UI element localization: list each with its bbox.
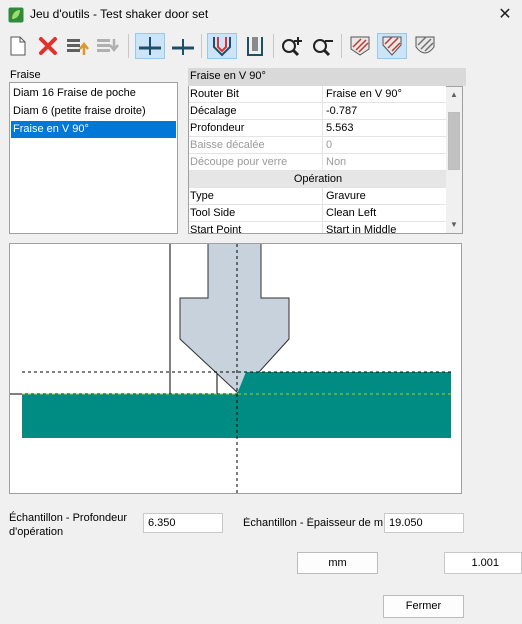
property-row-disabled: Découpe pour verre Non [189,154,446,171]
column-divider [322,137,323,154]
property-value[interactable]: Start in Middle [326,224,396,233]
property-row[interactable]: Router Bit Fraise en V 90° [189,86,446,103]
property-key: Router Bit [190,88,239,100]
property-key: Profondeur [190,122,245,134]
zoom-in-icon[interactable] [278,33,306,59]
toolbar-separator [128,34,129,58]
property-key: Tool Side [190,207,236,219]
thickness-label: Échantillon - Épaisseur de m [243,517,383,529]
scroll-down-arrow-icon[interactable]: ▼ [447,218,461,232]
toolbar-separator [341,34,342,58]
category-label: Opération [293,173,343,185]
property-key: Baisse décalée [190,139,265,151]
thickness-field[interactable]: 19.050 [384,513,464,533]
scale-field[interactable]: 1.001 [444,552,522,574]
tool-preview-canvas [9,243,462,494]
toolbar-separator [273,34,274,58]
property-row[interactable]: Type Gravure [189,188,446,205]
property-row[interactable]: Décalage -0.787 [189,103,446,120]
properties-grid: Router Bit Fraise en V 90° Décalage -0.787… [188,86,446,234]
straight-bit-icon[interactable] [241,33,269,59]
hatch-bit-ball-icon[interactable] [411,33,439,59]
cut-profile-tee-icon[interactable] [135,33,165,59]
property-row[interactable]: Tool Side Clean Left [189,205,446,222]
column-divider [322,188,323,205]
column-divider [322,120,323,137]
depth-label: Échantillon - Profondeur d'opération [9,512,128,538]
property-row[interactable]: Start Point Start in Middle [189,222,446,234]
property-value[interactable]: 5.563 [326,122,354,134]
toolbar-separator [201,34,202,58]
property-key: Découpe pour verre [190,156,288,168]
column-divider [322,86,323,103]
app-leaf-icon [8,7,24,23]
property-value[interactable]: -0.787 [326,105,357,117]
zoom-out-icon[interactable] [309,33,337,59]
new-document-icon[interactable] [6,33,30,59]
tool-list-label: Fraise [10,69,41,81]
hatch-bit-v-icon[interactable] [377,33,407,59]
scroll-up-arrow-icon[interactable]: ▲ [447,88,461,102]
tool-preview-drawing [10,244,451,493]
property-value: Non [326,156,347,168]
window-title: Jeu d'outils - Test shaker door set [30,7,209,21]
list-item[interactable]: Diam 16 Fraise de poche [11,85,176,102]
move-down-icon[interactable] [96,33,120,59]
hatch-bit-flat-icon[interactable] [346,33,374,59]
list-item[interactable]: Diam 6 (petite fraise droite) [11,103,176,120]
property-row-disabled: Baisse décalée 0 [189,137,446,154]
cut-profile-cross-icon[interactable] [169,33,197,59]
delete-icon[interactable] [36,33,60,59]
move-up-icon[interactable] [66,33,90,59]
units-button[interactable]: mm [297,552,378,574]
depth-field[interactable]: 6.350 [143,513,223,533]
v-bit-icon[interactable] [207,33,237,59]
property-key: Décalage [190,105,237,117]
property-key: Start Point [190,224,242,234]
column-divider [322,154,323,171]
scrollbar-thumb[interactable] [448,112,460,170]
property-key: Type [190,190,214,202]
property-value: 0 [326,139,333,151]
close-button[interactable]: Fermer [383,595,464,618]
property-category[interactable]: Opération [189,171,446,188]
column-divider [322,222,323,233]
column-divider [322,205,323,222]
column-divider [322,103,323,120]
property-value[interactable]: Clean Left [326,207,376,219]
property-row[interactable]: Profondeur 5.563 [189,120,446,137]
list-item-selected[interactable]: Fraise en V 90° [11,121,176,138]
close-window-button[interactable]: ✕ [494,4,516,26]
property-value[interactable]: Gravure [326,190,366,202]
property-value[interactable]: Fraise en V 90° [326,88,402,100]
tool-list[interactable]: Diam 16 Fraise de poche Diam 6 (petite f… [9,82,178,234]
properties-header: Fraise en V 90° [188,68,466,86]
